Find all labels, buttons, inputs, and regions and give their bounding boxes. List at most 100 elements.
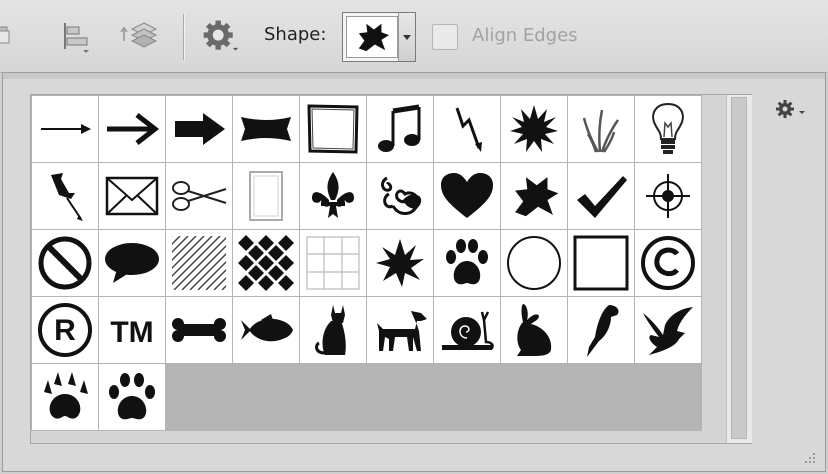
path-arrangement-button[interactable] <box>118 14 158 58</box>
grass-icon <box>582 109 620 153</box>
shape-cell[interactable] <box>434 163 500 229</box>
registered-letter: R <box>54 314 76 347</box>
shape-cell[interactable] <box>300 297 366 363</box>
claw-print-icon <box>44 372 88 419</box>
rabbit-icon <box>517 304 552 356</box>
shape-cell[interactable] <box>568 297 634 363</box>
shape-cell[interactable] <box>32 364 98 430</box>
dog-icon <box>377 311 427 351</box>
square-icon <box>573 235 629 291</box>
shape-cell[interactable] <box>99 163 165 229</box>
shape-cell[interactable] <box>367 163 433 229</box>
shape-grid-area: R TM <box>30 94 752 444</box>
shape-cell[interactable] <box>166 297 232 363</box>
shape-cell[interactable] <box>99 96 165 162</box>
fish-icon <box>241 314 293 342</box>
path-operations-button[interactable] <box>0 14 22 58</box>
shape-grid: R TM <box>31 95 702 431</box>
heart-icon <box>441 173 493 218</box>
shape-cell[interactable] <box>635 96 701 162</box>
checkmark-icon <box>577 176 627 218</box>
shape-picker[interactable] <box>342 12 416 62</box>
paw-print-icon <box>446 239 488 285</box>
shape-cell[interactable] <box>568 163 634 229</box>
shape-dropdown-toggle[interactable] <box>398 13 415 61</box>
geometry-options-gear-icon <box>203 20 239 51</box>
splat-icon <box>515 177 559 217</box>
shape-cell[interactable] <box>233 297 299 363</box>
panel-menu-button[interactable] <box>771 95 811 123</box>
shape-cell[interactable]: R <box>32 297 98 363</box>
selected-shape-swatch[interactable] <box>346 16 398 58</box>
lightbulb-icon <box>652 102 684 154</box>
envelope-icon <box>105 176 159 216</box>
shape-cell[interactable]: TM <box>99 297 165 363</box>
shape-cell[interactable] <box>32 96 98 162</box>
gear-menu-icon <box>776 100 805 118</box>
shape-cell[interactable] <box>501 230 567 296</box>
align-edges-label: Align Edges <box>472 25 578 46</box>
trademark-text: TM <box>110 316 153 349</box>
diagonal-hatch-icon <box>172 236 226 290</box>
vertical-scrollbar[interactable] <box>726 95 752 443</box>
arrow-icon <box>107 113 160 145</box>
panel-header <box>3 73 825 79</box>
shape-cell[interactable] <box>166 96 232 162</box>
shape-cell[interactable] <box>434 96 500 162</box>
registered-icon: R <box>38 303 92 357</box>
options-bar: Shape: Align Edges <box>0 0 828 73</box>
bird-icon <box>587 305 619 357</box>
circle-icon <box>507 236 561 290</box>
frame-icon <box>307 104 359 154</box>
shape-cell[interactable] <box>32 230 98 296</box>
shape-cell[interactable] <box>367 230 433 296</box>
align-edges-checkbox[interactable] <box>432 24 458 50</box>
shape-cell[interactable] <box>233 96 299 162</box>
path-alignment-button[interactable] <box>56 14 96 58</box>
thin-arrow-icon <box>41 124 91 134</box>
shape-cell[interactable] <box>32 163 98 229</box>
scissors-icon <box>172 181 227 211</box>
shape-cell[interactable] <box>367 297 433 363</box>
shape-cell[interactable] <box>233 163 299 229</box>
dove-icon <box>643 307 693 355</box>
fleur-de-lis-icon <box>312 172 354 218</box>
shape-cell[interactable] <box>501 297 567 363</box>
shape-cell[interactable] <box>568 96 634 162</box>
copyright-icon <box>641 236 695 290</box>
shape-cell[interactable] <box>501 96 567 162</box>
shape-cell[interactable] <box>434 297 500 363</box>
shape-cell[interactable] <box>568 230 634 296</box>
crosshair-icon <box>646 174 690 218</box>
music-note-icon <box>378 104 421 152</box>
shape-cell[interactable] <box>300 230 366 296</box>
shape-cell[interactable] <box>166 163 232 229</box>
bone-icon <box>172 318 226 342</box>
ornament-icon <box>381 176 422 215</box>
shape-cell[interactable] <box>367 96 433 162</box>
resize-grip-icon[interactable] <box>803 451 817 465</box>
shape-cell[interactable] <box>635 297 701 363</box>
snail-icon <box>442 311 494 350</box>
trademark-icon: TM <box>110 316 153 349</box>
cat-icon <box>315 305 346 355</box>
geometry-options-button[interactable] <box>200 14 240 58</box>
chevron-down-icon <box>403 35 411 40</box>
shape-cell[interactable] <box>501 163 567 229</box>
speech-bubble-icon <box>105 243 159 283</box>
pushpin-icon <box>51 173 83 221</box>
shape-cell[interactable] <box>99 364 165 430</box>
bold-arrow-icon <box>175 113 225 145</box>
shape-cell[interactable] <box>233 230 299 296</box>
shape-cell[interactable] <box>300 96 366 162</box>
explosion-icon <box>376 239 424 287</box>
shape-cell[interactable] <box>166 230 232 296</box>
shape-cell[interactable] <box>635 230 701 296</box>
shape-cell[interactable] <box>99 230 165 296</box>
path-operations-icon <box>0 26 10 44</box>
shape-label: Shape: <box>264 24 327 45</box>
shape-cell[interactable] <box>434 230 500 296</box>
shape-cell[interactable] <box>300 163 366 229</box>
scrollbar-thumb[interactable] <box>731 97 747 439</box>
shape-cell[interactable] <box>635 163 701 229</box>
